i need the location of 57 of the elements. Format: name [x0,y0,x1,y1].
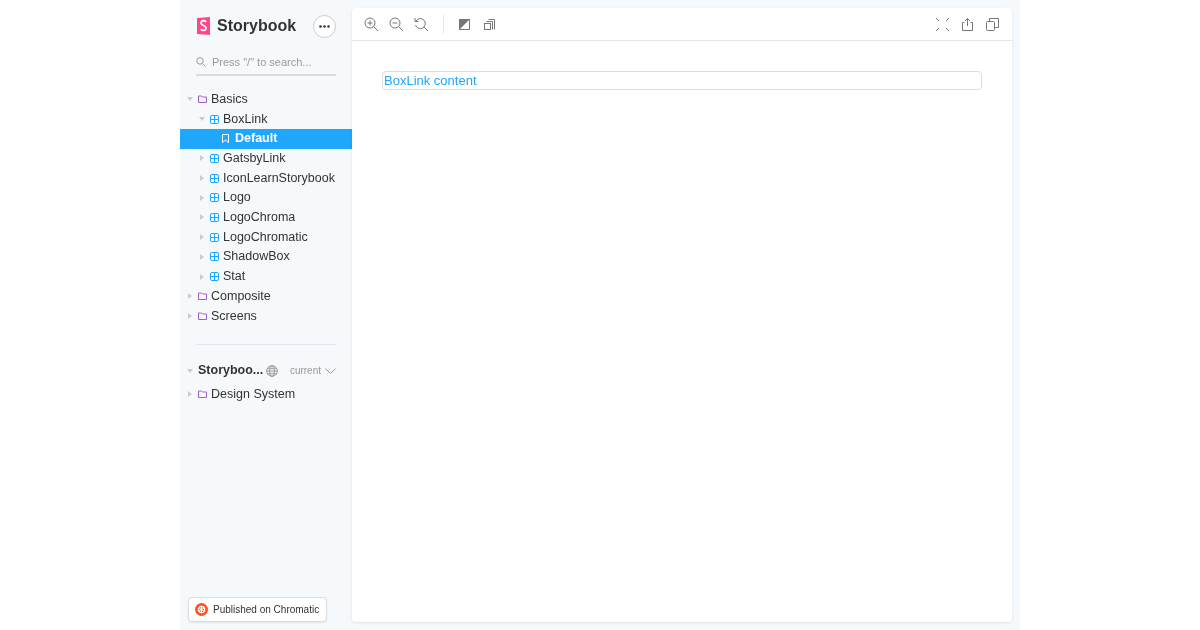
tree-item[interactable]: Stat [180,266,352,287]
chromatic-badge[interactable]: Published on Chromatic [188,597,328,622]
caret-right-icon[interactable] [200,155,204,162]
tree-item[interactable]: GatsbyLink [180,148,352,169]
search-icon [196,57,206,68]
tree-item[interactable]: Screens [180,306,352,326]
logo-icon [196,17,211,35]
tree-item[interactable]: IconLearnStorybook [180,168,352,188]
component-icon [210,252,219,262]
share-icon[interactable] [960,16,975,32]
zoom-out-icon[interactable] [389,16,404,32]
tree-item[interactable]: BoxLink [180,109,352,129]
caret-right-icon[interactable] [200,273,204,280]
chevron-down-icon [325,367,336,374]
search-field[interactable]: Press "/" to search... [212,54,336,71]
caret-right-icon[interactable] [200,253,204,260]
caret-right-icon[interactable] [200,194,204,201]
brand-name: Storybook [217,16,297,36]
ref-title: Storyboo... [198,362,264,380]
more-button[interactable] [313,14,336,38]
component-icon [210,173,219,183]
tree-item[interactable]: LogoChromatic [180,227,352,247]
component-icon [210,193,219,203]
caret-right-icon[interactable] [200,214,204,221]
component-icon [210,212,219,222]
tree-item[interactable]: LogoChroma [180,207,352,228]
component-icon [210,153,219,163]
reset-zoom-icon[interactable] [414,16,429,32]
tree-item[interactable]: Composite [180,286,352,307]
component-icon [210,114,219,124]
contrast-icon[interactable] [458,16,473,32]
tree-item[interactable]: Logo [180,187,352,208]
folder-icon [198,95,207,104]
caret-right-icon[interactable] [188,293,192,300]
copy-icon[interactable] [985,16,1000,32]
caret-down-icon[interactable] [187,97,193,102]
caret-right-icon[interactable] [200,175,204,182]
zoom-in-icon[interactable] [364,16,379,32]
more-icon [319,24,330,28]
caret-down-icon[interactable] [187,368,193,373]
caret-right-icon[interactable] [188,312,192,319]
bookmark-icon [222,134,229,144]
component-icon [210,232,219,242]
tree-item[interactable]: Design System [180,384,352,405]
caret-right-icon[interactable] [188,391,192,398]
folder-icon [198,292,207,301]
chromatic-logo-icon [195,603,208,616]
tree-item[interactable]: Basics [180,89,352,110]
caret-down-icon[interactable] [199,117,205,122]
tree-item[interactable]: ShadowBox [180,247,352,267]
folder-icon [198,390,207,399]
folder-icon [198,311,207,320]
frames-icon[interactable] [483,16,498,32]
fullscreen-icon[interactable] [935,16,950,32]
caret-right-icon[interactable] [200,234,204,241]
component-icon [210,272,219,282]
globe-icon [265,364,278,377]
